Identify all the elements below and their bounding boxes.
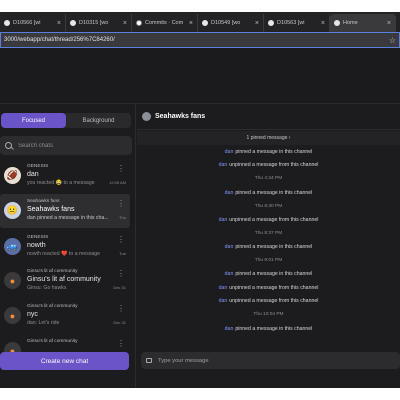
chat-list-item[interactable]: ● Ginsu's lit af community ⋮ (0, 334, 130, 352)
more-options-icon[interactable]: ⋮ (117, 305, 125, 313)
chat-list-item[interactable]: ● Ginsu's lit af community Ginsu's lit a… (0, 264, 130, 298)
favicon-icon (268, 20, 274, 26)
community-avatar-icon: ● (4, 307, 21, 324)
attachment-icon[interactable] (146, 358, 152, 363)
close-tab-icon[interactable]: × (189, 20, 193, 27)
chat-sidebar: Focused Background 🏈 GENESIS dan you rea… (0, 104, 136, 388)
system-message: dan pinned a message in this channel (224, 325, 313, 332)
system-message: dan pinned a message in this channel (224, 148, 313, 155)
timestamp: Thu 10:04 PM (253, 312, 284, 318)
browser-tab[interactable]: D10566 [wi × (0, 14, 66, 32)
pinned-messages-bar[interactable]: 1 pinned message › (137, 131, 400, 145)
timestamp: Thu 4:34 PM (254, 176, 283, 182)
address-bar[interactable]: 3000/webapp/chat/thread/256%7C84260/ ☆ (0, 32, 400, 48)
message-composer[interactable] (141, 352, 400, 369)
close-tab-icon[interactable]: × (57, 20, 61, 27)
create-chat-button[interactable]: Create new chat (0, 352, 129, 370)
message-list: dan pinned a message in this channel dan u… (137, 145, 400, 335)
chat-list-item-selected[interactable]: 😐 Seahawks fans Seahawks fans dan pinned… (0, 194, 130, 228)
system-message: dan pinned a message in this channel (224, 243, 313, 250)
community-avatar-icon: ● (4, 272, 21, 289)
chat-list-item[interactable]: 🏈 GENESIS dan you reacted 😂 to a message… (0, 159, 130, 193)
thread-header: Seahawks fans (137, 104, 400, 130)
browser-tab[interactable]: D10563 [wi × (264, 14, 330, 32)
close-tab-icon[interactable]: × (387, 20, 391, 27)
timestamp: Thu 8:37 PM (254, 230, 283, 236)
chat-list-item[interactable]: ● Ginsu's lit af community nyc dan: Let'… (0, 299, 130, 333)
favicon-icon (334, 20, 340, 26)
chat-list-item[interactable]: 🚙 GENESIS nowth nowth reacted ❤️ to a me… (0, 230, 130, 264)
browser-tab[interactable]: Commits · Com × (132, 14, 198, 32)
search-box[interactable] (0, 136, 132, 155)
close-tab-icon[interactable]: × (321, 20, 325, 27)
bookmark-star-icon[interactable]: ☆ (389, 36, 396, 45)
browser-tab[interactable]: D10549 [wo × (198, 14, 264, 32)
more-options-icon[interactable]: ⋮ (117, 340, 125, 348)
community-avatar-icon: ● (4, 342, 21, 352)
search-icon (5, 142, 12, 149)
tab-focused[interactable]: Focused (1, 113, 66, 128)
favicon-icon (4, 20, 10, 26)
browser-tab[interactable]: D10315 [wo × (66, 14, 132, 32)
browser-tab-active[interactable]: Home × (330, 14, 396, 32)
face-avatar-icon: 😐 (4, 202, 21, 219)
github-icon (136, 20, 142, 26)
more-options-icon[interactable]: ⋮ (117, 236, 125, 244)
message-input[interactable] (158, 357, 358, 364)
browser-window: D10566 [wi × D10315 [wo × Commits · Com × D… (0, 12, 400, 388)
system-message: dan unpinned a message from this channel (218, 216, 319, 223)
system-message: dan pinned a message in this channel (224, 271, 313, 278)
app-top-bar (0, 48, 400, 104)
timestamp: Thu 8:30 PM (254, 203, 283, 209)
system-message: dan unpinned a message from this channel (218, 162, 319, 169)
system-message: dan pinned a message in this channel (224, 189, 313, 196)
url-text[interactable]: 3000/webapp/chat/thread/256%7C84260/ (4, 37, 389, 43)
system-message: dan unpinned a message from this channel (218, 284, 319, 291)
more-options-icon[interactable]: ⋮ (117, 270, 125, 278)
inbox-toggle: Focused Background (1, 113, 131, 128)
car-avatar-icon: 🚙 (4, 238, 21, 255)
timestamp: Thu 9:01 PM (254, 258, 283, 264)
channel-avatar-icon (142, 112, 151, 121)
search-input[interactable] (18, 142, 118, 149)
more-options-icon[interactable]: ⋮ (117, 200, 125, 208)
browser-tabbar: D10566 [wi × D10315 [wo × Commits · Com × D… (0, 12, 400, 32)
football-avatar-icon: 🏈 (4, 167, 21, 184)
more-options-icon[interactable]: ⋮ (117, 165, 125, 173)
close-tab-icon[interactable]: × (123, 20, 127, 27)
chat-thread: Seahawks fans 1 pinned message › dan pinn… (137, 104, 400, 388)
system-message: dan unpinned a message from this channel (218, 298, 319, 305)
thread-title: Seahawks fans (155, 113, 206, 120)
tab-background[interactable]: Background (66, 113, 131, 128)
close-tab-icon[interactable]: × (255, 20, 259, 27)
favicon-icon (70, 20, 76, 26)
favicon-icon (202, 20, 208, 26)
